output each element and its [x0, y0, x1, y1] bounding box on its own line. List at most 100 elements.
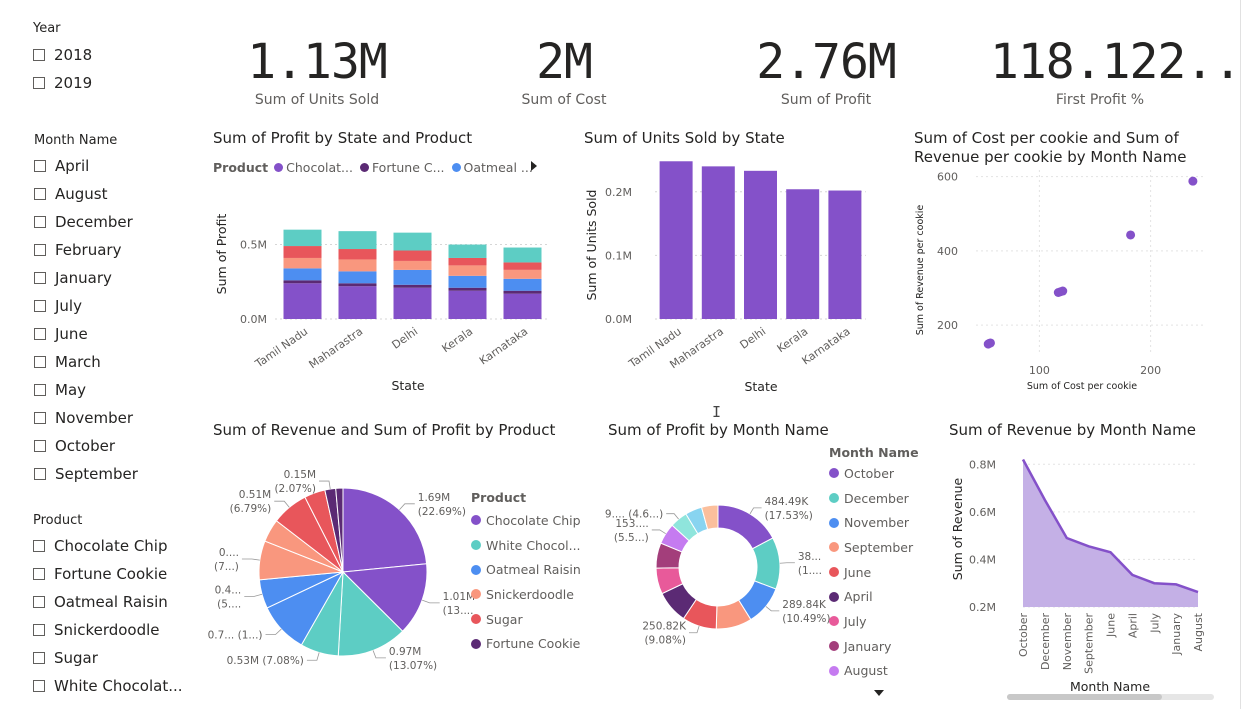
checkbox[interactable] — [34, 412, 46, 424]
slicer-option[interactable]: September — [34, 460, 138, 488]
checkbox[interactable] — [34, 160, 46, 172]
slicer-option[interactable]: June — [34, 320, 138, 348]
checkbox[interactable] — [34, 216, 46, 228]
checkbox[interactable] — [34, 440, 46, 452]
slicer-option[interactable]: January — [34, 264, 138, 292]
legend-label: September — [844, 539, 914, 555]
legend-swatch — [451, 162, 461, 172]
bar — [701, 166, 735, 319]
checkbox[interactable] — [34, 244, 46, 256]
slicer-option[interactable]: February — [34, 236, 138, 264]
legend-label: Fortune C... — [371, 159, 445, 175]
legend-item[interactable]: Chocolate Chip — [471, 508, 581, 533]
legend-swatch — [471, 638, 481, 649]
slicer-option[interactable]: Sugar — [33, 644, 183, 672]
slicer-option[interactable]: White Chocolat... — [33, 672, 183, 700]
checkbox[interactable] — [33, 540, 45, 552]
checkbox[interactable] — [33, 49, 45, 61]
slicer-option[interactable]: 2018 — [33, 41, 92, 69]
legend-next-arrow-icon[interactable] — [531, 161, 537, 171]
bar-segment — [283, 257, 322, 269]
checkbox[interactable] — [33, 596, 45, 608]
kpi-card-cost: 2M Sum of Cost — [454, 36, 674, 108]
legend-item[interactable]: January — [829, 634, 919, 659]
slicer-option[interactable]: May — [34, 376, 138, 404]
slicer-option[interactable]: November — [34, 404, 138, 432]
data-label: (10.49%) — [782, 613, 830, 625]
data-label: (1.... — [798, 565, 822, 577]
x-tick-label: Kerala — [440, 325, 476, 355]
slicer-option[interactable]: Chocolate Chip — [33, 532, 183, 560]
bar-segment — [283, 283, 322, 319]
chart-legend: Product Chocolat... Fortune C... Oatmeal… — [213, 158, 533, 176]
checkbox[interactable] — [34, 356, 46, 368]
checkbox[interactable] — [33, 568, 45, 580]
slicer-option-label: Oatmeal Raisin — [54, 593, 168, 611]
legend-scroll-down-icon[interactable] — [874, 690, 884, 696]
legend-item[interactable]: October — [829, 461, 919, 486]
slicer-option[interactable]: April — [34, 152, 138, 180]
x-tick-label: July — [1148, 613, 1161, 634]
leader-line — [265, 628, 282, 635]
data-label: 0.7... (1...) — [208, 630, 263, 642]
legend-item[interactable]: Fortune Cookie — [471, 631, 581, 656]
data-label: 0.51M — [239, 489, 271, 501]
slicer-option[interactable]: December — [34, 208, 138, 236]
legend-item[interactable]: Oatmeal Raisin — [471, 557, 581, 582]
legend-swatch — [829, 665, 839, 676]
legend-item[interactable]: June — [829, 560, 919, 585]
legend-item[interactable]: December — [829, 486, 919, 511]
legend-item[interactable]: Sugar — [471, 607, 581, 632]
x-tick-label: December — [1039, 613, 1052, 671]
y-tick-label: 0.0M — [240, 313, 267, 326]
slicer-option[interactable]: Oatmeal Raisin — [33, 588, 183, 616]
checkbox[interactable] — [33, 652, 45, 664]
scrollbar-track[interactable] — [1007, 694, 1214, 700]
slicer-option[interactable]: October — [34, 432, 138, 460]
year-slicer: Year 2018 2019 — [33, 21, 92, 97]
checkbox[interactable] — [34, 384, 46, 396]
scrollbar-thumb[interactable] — [1007, 694, 1162, 700]
data-label: 250.82K — [642, 621, 687, 633]
legend-item[interactable]: September — [829, 535, 919, 560]
checkbox[interactable] — [33, 77, 45, 89]
legend-item[interactable]: July — [829, 609, 919, 634]
slicer-option-label: 2019 — [54, 74, 93, 92]
slicer-option-label: August — [55, 185, 108, 203]
checkbox[interactable] — [34, 468, 46, 480]
legend-swatch — [829, 567, 839, 578]
bar-segment — [448, 287, 487, 291]
slicer-option[interactable]: July — [34, 292, 138, 320]
checkbox[interactable] — [34, 300, 46, 312]
page-edge-divider — [1240, 0, 1241, 709]
legend-item[interactable]: White Chocol... — [471, 533, 581, 558]
pie-legend: Product Chocolate Chip White Chocol... Oat… — [471, 490, 581, 656]
scatter-point — [1126, 230, 1136, 240]
checkbox[interactable] — [34, 188, 46, 200]
legend-swatch — [829, 616, 839, 627]
slicer-option[interactable]: Snickerdoodle — [33, 616, 183, 644]
slicer-option[interactable]: Fortune Cookie — [33, 560, 183, 588]
bar-segment — [338, 271, 377, 284]
slicer-option-label: January — [55, 269, 112, 287]
checkbox[interactable] — [33, 624, 45, 636]
bar-segment — [283, 280, 322, 284]
data-label: (9.08%) — [644, 635, 686, 647]
checkbox[interactable] — [33, 680, 45, 692]
bar-segment — [503, 278, 542, 291]
kpi-card-first-profit-pct: 118.122... First Profit % — [990, 36, 1247, 108]
y-tick-label: 0.2M — [969, 601, 996, 614]
slicer-option[interactable]: 2019 — [33, 69, 92, 97]
legend-label: Snickerdoodle — [486, 586, 574, 602]
slicer-option[interactable]: August — [34, 180, 138, 208]
checkbox[interactable] — [34, 328, 46, 340]
legend-item[interactable]: Snickerdoodle — [471, 582, 581, 607]
legend-item[interactable]: April — [829, 584, 919, 609]
checkbox[interactable] — [34, 272, 46, 284]
legend-item[interactable]: November — [829, 510, 919, 535]
legend-item[interactable]: August — [829, 659, 919, 684]
leader-line — [244, 593, 263, 597]
text-cursor-icon: I — [712, 403, 722, 421]
bar-segment — [393, 250, 432, 261]
slicer-option[interactable]: March — [34, 348, 138, 376]
